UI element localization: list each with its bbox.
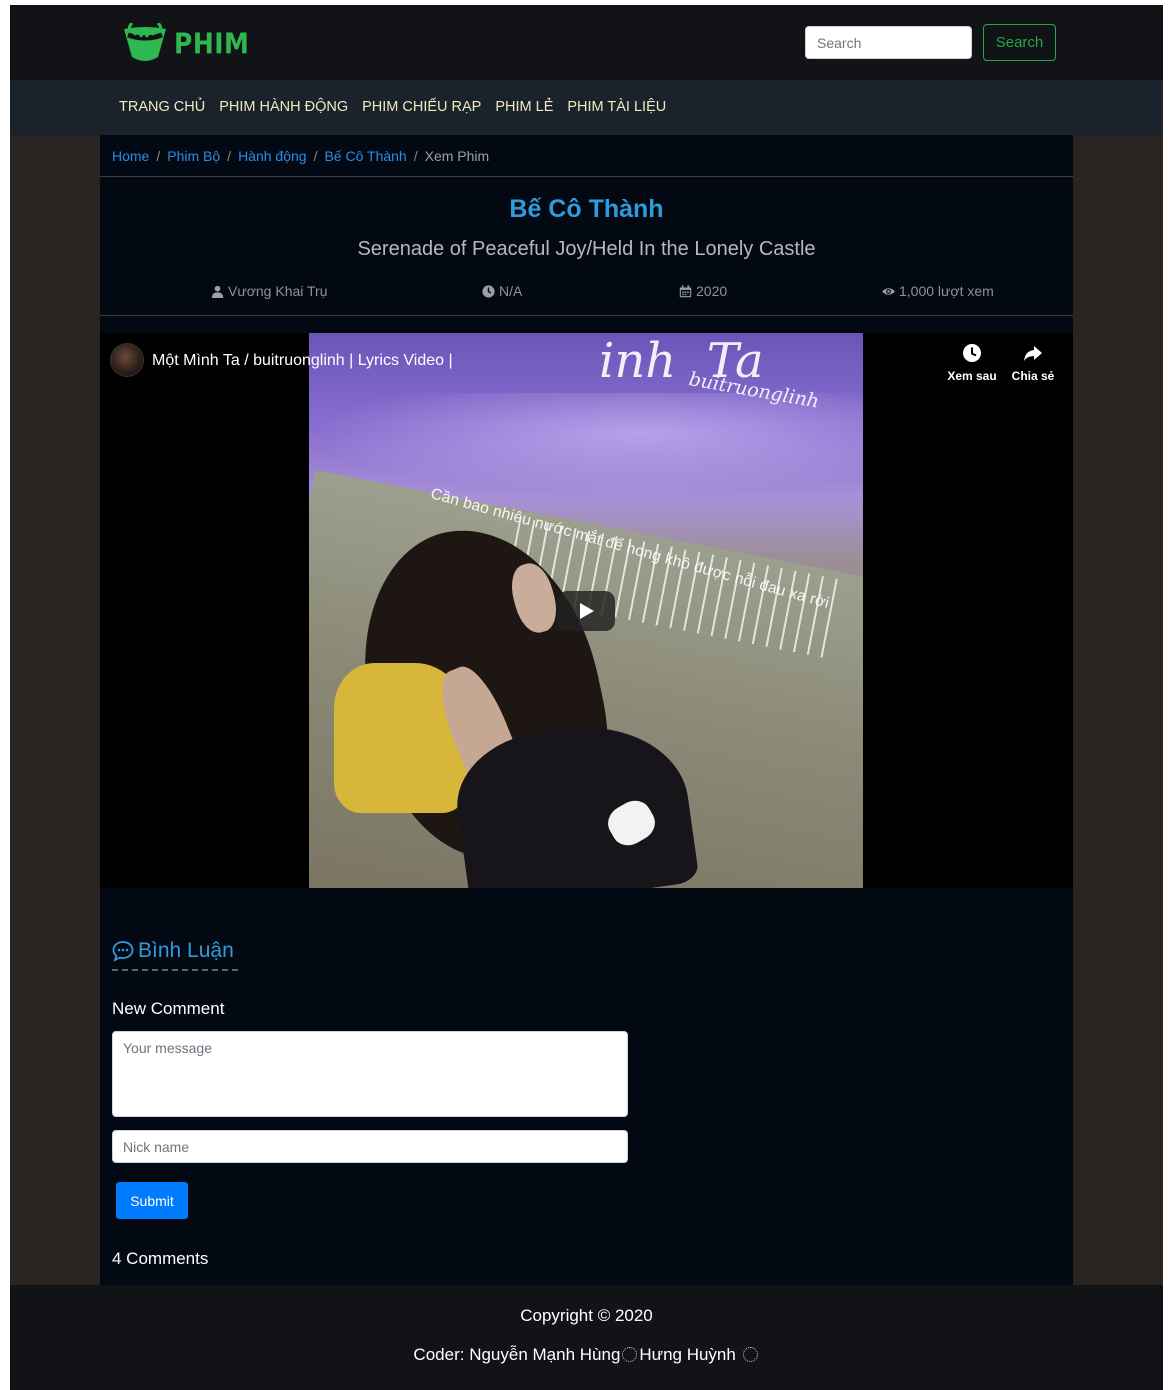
year-value: 2020 <box>696 283 728 299</box>
submit-button[interactable]: Submit <box>116 1182 188 1219</box>
breadcrumb-movie[interactable]: Bế Cô Thành <box>324 148 406 164</box>
movie-views: 1,000 lượt xem <box>882 283 994 299</box>
nickname-input[interactable] <box>112 1130 628 1163</box>
breadcrumb-separator: / <box>156 148 161 164</box>
comment-dots-icon <box>112 941 134 962</box>
nav-item-single[interactable]: PHIM LẺ <box>495 99 553 115</box>
copyright-text: Copyright © 2020 <box>520 1306 653 1325</box>
play-icon <box>580 603 594 619</box>
play-button[interactable] <box>557 591 615 631</box>
main-nav: TRANG CHỦ PHIM HÀNH ĐỘNG PHIM CHIẾU RẠP … <box>10 80 1163 135</box>
share-arrow-icon <box>1024 346 1042 361</box>
nav-item-documentary[interactable]: PHIM TÀI LIỆU <box>567 99 666 115</box>
clock-icon <box>963 344 981 362</box>
movie-subtitle: Serenade of Peaceful Joy/Held In the Lon… <box>357 238 816 260</box>
share-button[interactable]: Chia sẻ <box>1003 343 1063 383</box>
loading-spinner-icon <box>622 1347 638 1362</box>
loading-spinner-icon <box>742 1347 758 1362</box>
watch-later-label: Xem sau <box>947 369 997 383</box>
heading-underline <box>112 969 238 971</box>
search-button[interactable]: Search <box>983 24 1056 61</box>
breadcrumb-genre[interactable]: Hành động <box>238 148 307 164</box>
footer: Copyright © 2020 Coder: Nguyễn Mạnh Hùng… <box>10 1285 1163 1390</box>
main-content: Home / Phim Bộ / Hành động / Bế Cô Thành… <box>100 135 1073 1285</box>
calendar-icon <box>679 284 692 297</box>
eye-icon <box>882 287 895 295</box>
nav-item-cinema[interactable]: PHIM CHIẾU RẠP <box>362 99 481 115</box>
divider <box>100 176 1073 177</box>
video-title[interactable]: Một Mình Ta / buitruonglinh | Lyrics Vid… <box>152 352 453 370</box>
divider <box>100 315 1073 316</box>
watch-later-button[interactable]: Xem sau <box>942 343 1002 383</box>
coder-credits: Coder: Nguyễn Mạnh Hùng Hưng Huỳnh <box>10 1345 1163 1365</box>
coder-prefix: Coder: <box>413 1345 465 1364</box>
nav-item-home[interactable]: TRANG CHỦ <box>119 99 205 115</box>
channel-avatar[interactable] <box>110 343 144 377</box>
search-input[interactable] <box>805 26 972 59</box>
message-input[interactable] <box>112 1031 628 1117</box>
movie-duration: N/A <box>482 283 522 299</box>
coder-name-2: Hưng Huỳnh <box>639 1345 736 1364</box>
views-value: 1,000 lượt xem <box>899 283 994 299</box>
share-label: Chia sẻ <box>1011 369 1055 383</box>
movie-director: Vương Khai Trụ <box>211 283 328 299</box>
user-icon <box>211 285 224 298</box>
comments-heading-label: Bình Luận <box>138 939 234 962</box>
new-comment-label: New Comment <box>112 999 225 1018</box>
breadcrumb-series[interactable]: Phim Bộ <box>167 148 220 164</box>
popcorn-logo-icon <box>124 23 166 61</box>
breadcrumb-separator: / <box>313 148 318 164</box>
duration-value: N/A <box>499 283 523 299</box>
comments-heading: Bình Luận <box>112 939 234 963</box>
breadcrumb-current: Xem Phim <box>424 148 490 164</box>
breadcrumb-separator: / <box>227 148 232 164</box>
site-logo[interactable]: PHIM <box>122 23 249 63</box>
breadcrumb: Home / Phim Bộ / Hành động / Bế Cô Thành… <box>112 148 489 164</box>
logo-text: PHIM <box>174 26 250 60</box>
director-name: Vương Khai Trụ <box>228 283 328 299</box>
clock-icon <box>482 284 495 298</box>
movie-year: 2020 <box>679 283 727 299</box>
breadcrumb-separator: / <box>413 148 418 164</box>
movie-title: Bế Cô Thành <box>509 195 664 223</box>
breadcrumb-home[interactable]: Home <box>112 148 149 164</box>
top-header: PHIM Search <box>10 5 1163 80</box>
coder-name-1: Nguyễn Mạnh Hùng <box>469 1345 621 1364</box>
video-player[interactable]: inh Ta buitruonglinh Cần bao nhiêu nước … <box>100 333 1073 888</box>
page-frame: PHIM Search TRANG CHỦ PHIM HÀNH ĐỘNG PHI… <box>10 5 1163 1390</box>
comment-count: 4 Comments <box>112 1249 209 1268</box>
nav-item-action[interactable]: PHIM HÀNH ĐỘNG <box>219 99 348 115</box>
